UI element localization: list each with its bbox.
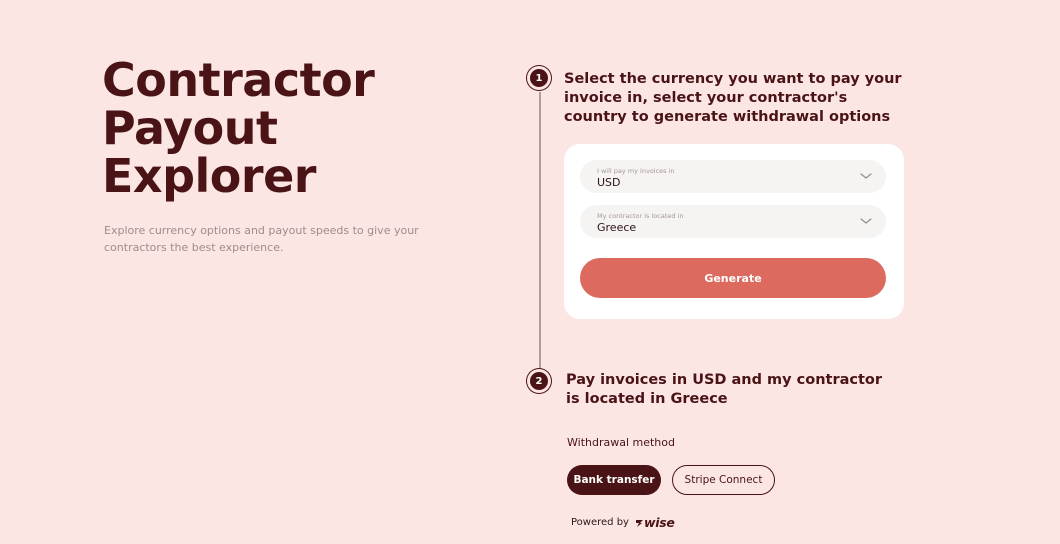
step-1-badge: 1 [530,69,548,87]
wise-flag-icon [635,520,643,527]
powered-by-text: Powered by [571,517,629,528]
stripe-connect-button[interactable]: Stripe Connect [672,465,775,495]
currency-select[interactable]: I will pay my invoices in USD [580,160,886,193]
chevron-down-icon [860,218,872,224]
chevron-down-icon [860,173,872,179]
page-subtitle: Explore currency options and payout spee… [104,224,419,254]
wise-wordmark: wise [643,515,675,530]
selection-card: I will pay my invoices in USD My contrac… [564,144,904,319]
country-select[interactable]: My contractor is located in Greece [580,205,886,238]
powered-by: Powered by wise [571,515,675,530]
country-select-label: My contractor is located in [597,212,684,220]
wise-logo: wise [635,515,675,530]
currency-select-label: I will pay my invoices in [597,167,675,175]
country-select-value: Greece [597,221,637,234]
step-connector-line [539,92,541,370]
title-line-2: Payout [102,101,278,155]
withdrawal-method-label: Withdrawal method [567,436,675,449]
step-1-title: Select the currency you want to pay your… [564,71,902,125]
currency-select-value: USD [597,176,621,189]
page-title: Contractor Payout Explorer [102,53,375,203]
generate-button[interactable]: Generate [580,258,886,298]
step-2-badge: 2 [530,372,548,390]
title-line-1: Contractor [102,53,375,107]
title-line-3: Explorer [102,149,316,203]
bank-transfer-button[interactable]: Bank transfer [567,465,661,495]
step-2-title: Pay invoices in USD and my contractor is… [566,372,883,407]
